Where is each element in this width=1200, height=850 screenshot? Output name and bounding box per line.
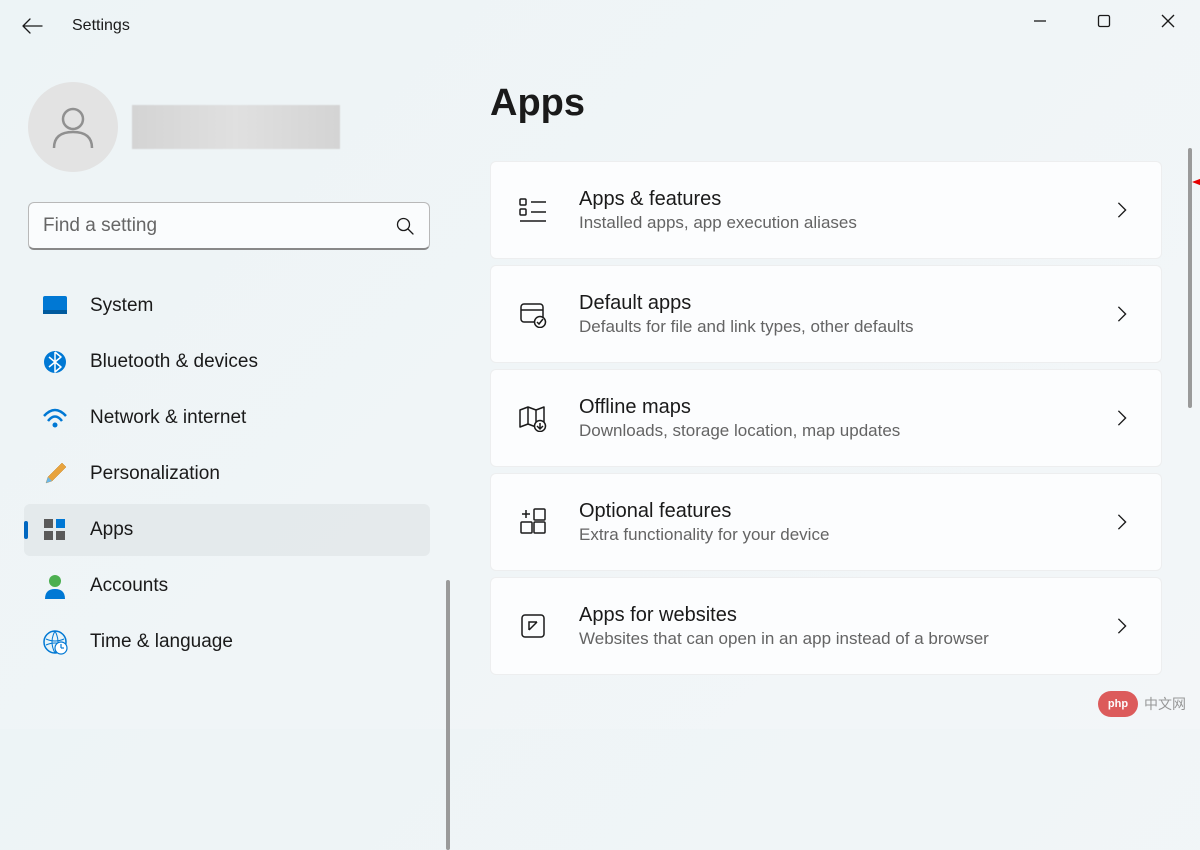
apps-websites-icon bbox=[517, 610, 549, 642]
chevron-right-icon bbox=[1113, 617, 1131, 635]
person-icon bbox=[48, 102, 98, 152]
sidebar-item-label: Bluetooth & devices bbox=[90, 351, 258, 373]
network-icon bbox=[42, 405, 68, 431]
option-title: Apps & features bbox=[579, 188, 1113, 211]
search-icon bbox=[395, 216, 415, 236]
option-offline-maps[interactable]: Offline maps Downloads, storage location… bbox=[490, 369, 1162, 467]
sidebar-item-label: Apps bbox=[90, 519, 133, 541]
watermark-text: 中文网 bbox=[1144, 694, 1186, 714]
maximize-button[interactable] bbox=[1072, 0, 1136, 42]
minimize-icon bbox=[1033, 14, 1047, 28]
sidebar-item-personalization[interactable]: Personalization bbox=[24, 448, 430, 500]
bluetooth-icon bbox=[42, 349, 68, 375]
sidebar-item-label: Accounts bbox=[90, 575, 168, 597]
sidebar: System Bluetooth & devices Network & int… bbox=[0, 52, 450, 729]
user-name-redacted bbox=[132, 105, 340, 149]
option-title: Offline maps bbox=[579, 396, 1113, 419]
close-button[interactable] bbox=[1136, 0, 1200, 42]
apps-icon bbox=[42, 517, 68, 543]
apps-features-icon bbox=[517, 194, 549, 226]
chevron-right-icon bbox=[1113, 513, 1131, 531]
minimize-button[interactable] bbox=[1008, 0, 1072, 42]
sidebar-item-bluetooth[interactable]: Bluetooth & devices bbox=[24, 336, 430, 388]
option-subtitle: Installed apps, app execution aliases bbox=[579, 213, 1113, 233]
search-box[interactable] bbox=[28, 202, 430, 250]
sidebar-item-apps[interactable]: Apps bbox=[24, 504, 430, 556]
personalization-icon bbox=[42, 461, 68, 487]
sidebar-item-system[interactable]: System bbox=[24, 280, 430, 332]
page-title: Apps bbox=[490, 82, 1162, 125]
sidebar-item-label: Time & language bbox=[90, 631, 233, 653]
arrow-left-icon bbox=[21, 17, 43, 35]
user-avatar bbox=[28, 82, 118, 172]
sidebar-item-label: Personalization bbox=[90, 463, 220, 485]
offline-maps-icon bbox=[517, 402, 549, 434]
search-input[interactable] bbox=[43, 215, 395, 237]
chevron-right-icon bbox=[1113, 305, 1131, 323]
option-subtitle: Websites that can open in an app instead… bbox=[579, 629, 1113, 649]
option-title: Apps for websites bbox=[579, 604, 1113, 627]
optional-features-icon bbox=[517, 506, 549, 538]
main-scrollbar[interactable] bbox=[1188, 148, 1192, 408]
sidebar-item-network[interactable]: Network & internet bbox=[24, 392, 430, 444]
sidebar-item-accounts[interactable]: Accounts bbox=[24, 560, 430, 612]
option-subtitle: Defaults for file and link types, other … bbox=[579, 317, 1113, 337]
annotation-arrow bbox=[1192, 172, 1200, 192]
maximize-icon bbox=[1097, 14, 1111, 28]
option-subtitle: Downloads, storage location, map updates bbox=[579, 421, 1113, 441]
watermark-badge: php bbox=[1098, 691, 1138, 717]
chevron-right-icon bbox=[1113, 409, 1131, 427]
app-title: Settings bbox=[72, 17, 130, 35]
user-section[interactable] bbox=[24, 82, 450, 172]
close-icon bbox=[1161, 14, 1175, 28]
chevron-right-icon bbox=[1113, 201, 1131, 219]
titlebar: Settings bbox=[0, 0, 1200, 52]
sidebar-item-time[interactable]: Time & language bbox=[24, 616, 430, 668]
default-apps-icon bbox=[517, 298, 549, 330]
time-icon bbox=[42, 629, 68, 655]
sidebar-item-label: System bbox=[90, 295, 153, 317]
option-title: Optional features bbox=[579, 500, 1113, 523]
option-apps-features[interactable]: Apps & features Installed apps, app exec… bbox=[490, 161, 1162, 259]
main-content: Apps Apps & features Installed apps, app… bbox=[450, 52, 1200, 729]
accounts-icon bbox=[42, 573, 68, 599]
option-title: Default apps bbox=[579, 292, 1113, 315]
sidebar-item-label: Network & internet bbox=[90, 407, 246, 429]
option-optional-features[interactable]: Optional features Extra functionality fo… bbox=[490, 473, 1162, 571]
option-default-apps[interactable]: Default apps Defaults for file and link … bbox=[490, 265, 1162, 363]
option-apps-websites[interactable]: Apps for websites Websites that can open… bbox=[490, 577, 1162, 675]
watermark: php 中文网 bbox=[1098, 691, 1186, 717]
back-button[interactable] bbox=[20, 14, 44, 38]
system-icon bbox=[42, 293, 68, 319]
option-subtitle: Extra functionality for your device bbox=[579, 525, 1113, 545]
